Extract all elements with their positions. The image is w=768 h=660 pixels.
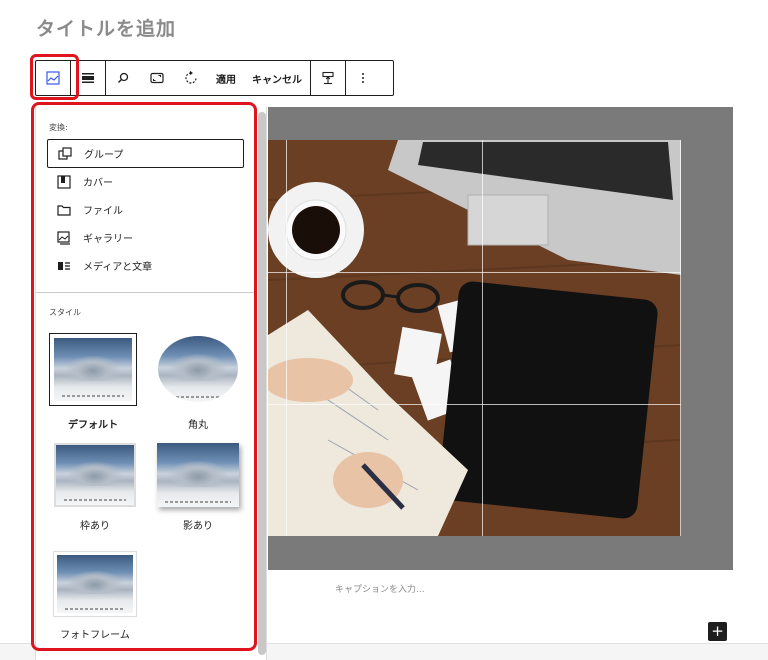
search-icon (118, 72, 129, 83)
apply-button[interactable]: 適用 (208, 61, 244, 95)
caption-input[interactable]: キャプションを入力... (335, 582, 425, 595)
crop-grid-line (286, 140, 287, 536)
rotate-button[interactable] (174, 61, 208, 95)
align-icon (82, 73, 94, 83)
aspect-ratio-icon (150, 72, 164, 84)
highlight-frame-toolbar (30, 54, 79, 100)
more-options-icon (362, 73, 364, 83)
crop-grid-line (268, 404, 681, 405)
image-preview[interactable] (268, 140, 681, 536)
block-toolbar: 適用 キャンセル (35, 60, 394, 96)
zoom-button[interactable] (106, 61, 140, 95)
desk-photo-illustration (268, 140, 681, 536)
crop-grid-line (268, 272, 681, 273)
crop-grid-line (482, 140, 483, 536)
add-block-button[interactable]: + (708, 622, 727, 641)
highlight-frame-dropdown (31, 102, 257, 651)
cancel-button[interactable]: キャンセル (244, 61, 310, 95)
toolbar-group-more (346, 61, 380, 95)
toolbar-group-crop: 適用 キャンセル (106, 61, 311, 95)
dropdown-scrollbar[interactable] (258, 112, 266, 655)
aspect-ratio-button[interactable] (140, 61, 174, 95)
page-title[interactable]: タイトルを追加 (36, 14, 176, 41)
toolbar-group-caption (311, 61, 346, 95)
crop-grid-line (680, 140, 681, 536)
plus-icon: + (711, 622, 724, 640)
rotate-icon (185, 71, 197, 84)
caption-position-icon (322, 71, 334, 85)
caption-position-button[interactable] (311, 61, 345, 95)
more-options-button[interactable] (346, 61, 380, 95)
